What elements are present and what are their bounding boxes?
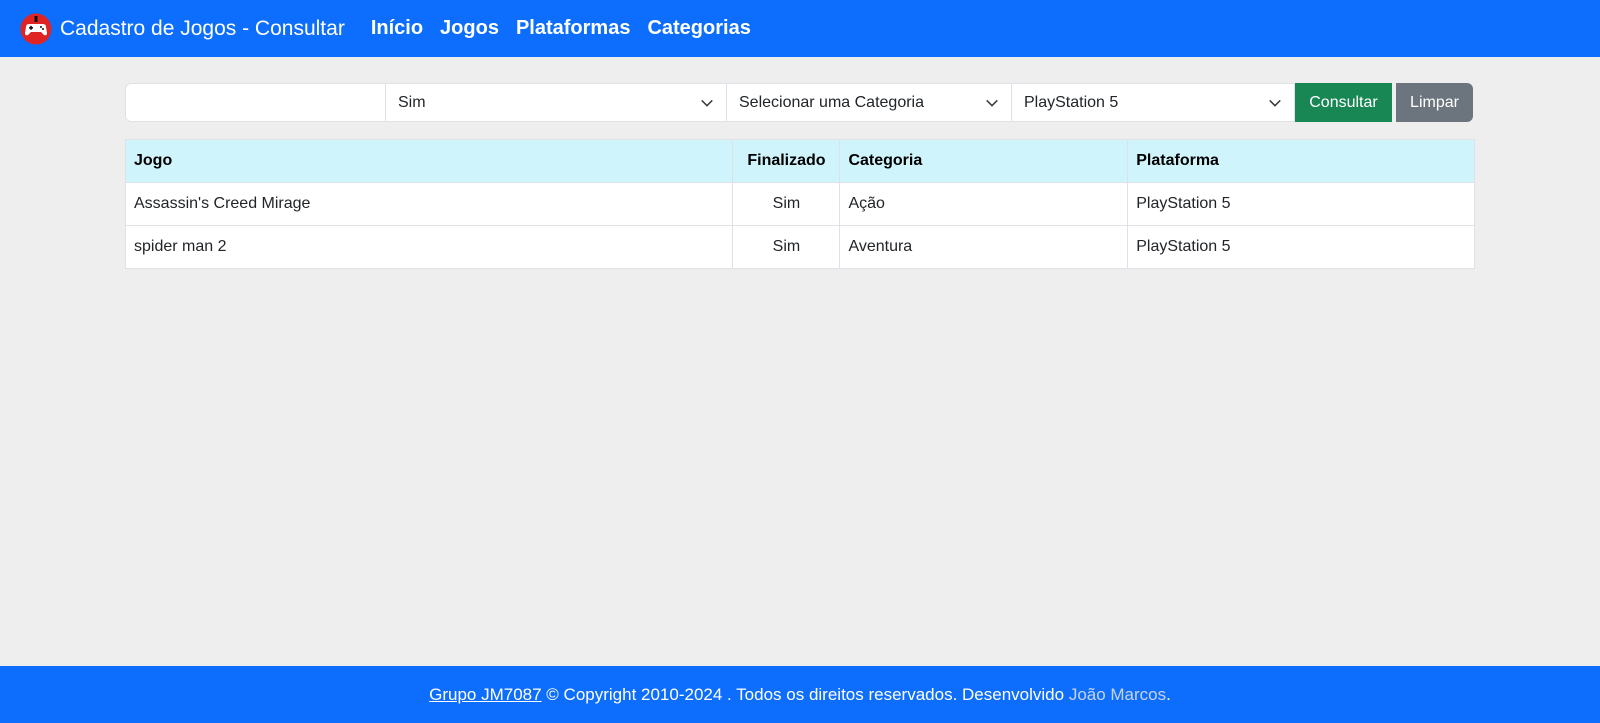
- chevron-down-icon: [1269, 99, 1281, 107]
- limpar-button[interactable]: Limpar: [1396, 83, 1473, 122]
- nav-links: Início Jogos Plataformas Categorias: [371, 17, 768, 40]
- categoria-select-value: Selecionar uma Categoria: [739, 93, 924, 111]
- game-name-input[interactable]: [138, 93, 373, 112]
- footer-group-link[interactable]: Grupo JM7087: [429, 685, 541, 705]
- table-header-row: Jogo Finalizado Categoria Plataforma: [124, 139, 1475, 183]
- nav-link-plataformas[interactable]: Plataformas: [516, 17, 631, 40]
- header-jogo: Jogo: [124, 139, 734, 183]
- cell-categoria: Aventura: [839, 225, 1129, 269]
- plataforma-select-value: PlayStation 5: [1024, 93, 1119, 111]
- header-categoria: Categoria: [839, 139, 1129, 183]
- categoria-select[interactable]: Selecionar uma Categoria: [726, 83, 1011, 122]
- game-name-field[interactable]: [125, 83, 385, 122]
- footer-developer-link[interactable]: João Marcos: [1069, 685, 1166, 705]
- footer-period: .: [1166, 684, 1171, 704]
- cell-finalizado: Sim: [732, 225, 841, 269]
- header-plataforma: Plataforma: [1127, 139, 1475, 183]
- table-row: spider man 2 Sim Aventura PlayStation 5: [124, 225, 1475, 269]
- nav-link-categorias[interactable]: Categorias: [647, 17, 750, 40]
- chevron-down-icon: [986, 99, 998, 107]
- footer-copyright: © Copyright 2010-2024 . Todos os direito…: [542, 685, 1069, 705]
- brand-title: Cadastro de Jogos - Consultar: [60, 16, 345, 40]
- filter-bar: Sim Selecionar uma Categoria PlayStation…: [125, 83, 1473, 122]
- chevron-down-icon: [701, 99, 713, 107]
- cell-finalizado: Sim: [732, 182, 841, 226]
- footer-copyright-text: © Copyright 2010-2024 . Todos os direito…: [546, 684, 1065, 704]
- finalizado-select-value: Sim: [398, 93, 426, 111]
- cell-plataforma: PlayStation 5: [1127, 225, 1475, 269]
- navbar: Cadastro de Jogos - Consultar Início Jog…: [0, 0, 1600, 57]
- consultar-button[interactable]: Consultar: [1295, 83, 1392, 122]
- gamepad-icon: [20, 13, 52, 44]
- brand-link[interactable]: Cadastro de Jogos - Consultar: [20, 13, 345, 45]
- cell-jogo: Assassin's Creed Mirage: [124, 182, 734, 226]
- nav-link-inicio[interactable]: Início: [371, 17, 423, 40]
- plataforma-select[interactable]: PlayStation 5: [1011, 83, 1295, 122]
- results-table-wrapper: Jogo Finalizado Categoria Plataforma Ass…: [124, 139, 1475, 269]
- cell-categoria: Ação: [839, 182, 1129, 226]
- results-table: Jogo Finalizado Categoria Plataforma Ass…: [124, 139, 1475, 269]
- finalizado-select[interactable]: Sim: [385, 83, 726, 122]
- footer: Grupo JM7087 © Copyright 2010-2024 . Tod…: [0, 666, 1600, 723]
- cell-jogo: spider man 2: [124, 225, 734, 269]
- table-row: Assassin's Creed Mirage Sim Ação PlaySta…: [124, 182, 1475, 226]
- header-finalizado: Finalizado: [732, 139, 841, 183]
- nav-link-jogos[interactable]: Jogos: [440, 17, 499, 40]
- cell-plataforma: PlayStation 5: [1127, 182, 1475, 226]
